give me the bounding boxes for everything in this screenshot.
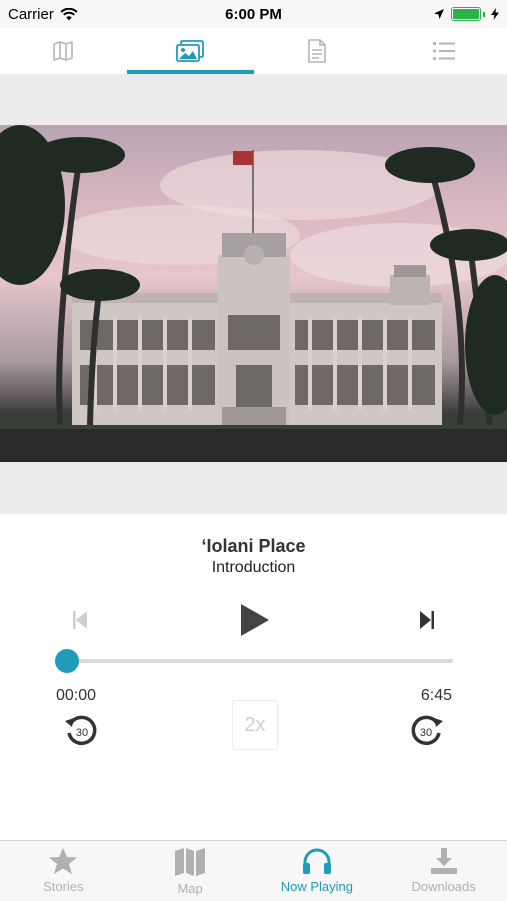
- progress-thumb[interactable]: [55, 649, 79, 673]
- tab-list[interactable]: [380, 28, 507, 74]
- charging-bolt-icon: [491, 8, 499, 20]
- total-duration: 6:45: [420, 687, 452, 704]
- tab-downloads[interactable]: Downloads: [380, 841, 507, 901]
- previous-track-button[interactable]: [66, 606, 94, 634]
- tab-document[interactable]: [254, 28, 381, 74]
- tab-now-playing[interactable]: Now Playing: [254, 841, 381, 901]
- skip-forward-icon: [420, 611, 434, 629]
- rewind-30-icon: 30: [65, 715, 97, 746]
- rewind-30-button[interactable]: 30: [62, 712, 100, 750]
- rewind-30-label: 30: [76, 727, 88, 739]
- progress-track[interactable]: [66, 659, 453, 663]
- status-left: Carrier: [0, 6, 78, 23]
- top-tab-bar: [0, 28, 507, 74]
- next-track-button[interactable]: [413, 606, 441, 634]
- list-icon: [432, 42, 455, 60]
- play-button[interactable]: [232, 598, 276, 642]
- play-icon: [241, 604, 269, 636]
- tab-images[interactable]: [126, 28, 254, 74]
- location-photo[interactable]: [0, 125, 507, 462]
- map-icon: [175, 848, 206, 876]
- wifi-icon: [60, 7, 78, 20]
- track-title: ʻIolani Place: [201, 536, 306, 556]
- palace-illustration: [0, 125, 507, 462]
- forward-30-icon: 30: [411, 715, 443, 746]
- playback-speed-button[interactable]: 2x: [232, 700, 278, 750]
- tab-stories-label: Stories: [43, 879, 84, 894]
- tab-now-playing-label: Now Playing: [280, 879, 353, 894]
- document-icon: [308, 39, 326, 63]
- forward-30-button[interactable]: 30: [408, 712, 446, 750]
- carrier-label: Carrier: [8, 5, 54, 23]
- map-icon: [53, 41, 74, 61]
- battery-icon: [451, 7, 481, 21]
- status-right: [433, 7, 507, 21]
- status-bar: Carrier 6:00 PM: [0, 0, 507, 28]
- tab-map[interactable]: [0, 28, 127, 74]
- tab-stories[interactable]: Stories: [0, 841, 127, 901]
- tab-map-nav[interactable]: Map: [127, 841, 254, 901]
- tab-downloads-label: Downloads: [411, 879, 476, 894]
- skip-back-icon: [73, 611, 87, 629]
- bottom-tab-bar: Stories Map Now Playing Downloads: [0, 840, 507, 901]
- download-icon: [430, 848, 457, 874]
- star-icon: [49, 848, 78, 874]
- elapsed-time: 00:00: [56, 687, 97, 704]
- track-subtitle: Introduction: [211, 559, 296, 576]
- location-arrow-icon: [434, 9, 444, 19]
- battery-tip: [483, 11, 485, 17]
- image-padding-bottom: [0, 462, 507, 514]
- tab-map-label: Map: [177, 881, 203, 896]
- images-icon: [176, 40, 205, 62]
- headphones-icon: [302, 848, 331, 874]
- forward-30-label: 30: [420, 727, 432, 739]
- image-padding-top: [0, 74, 507, 125]
